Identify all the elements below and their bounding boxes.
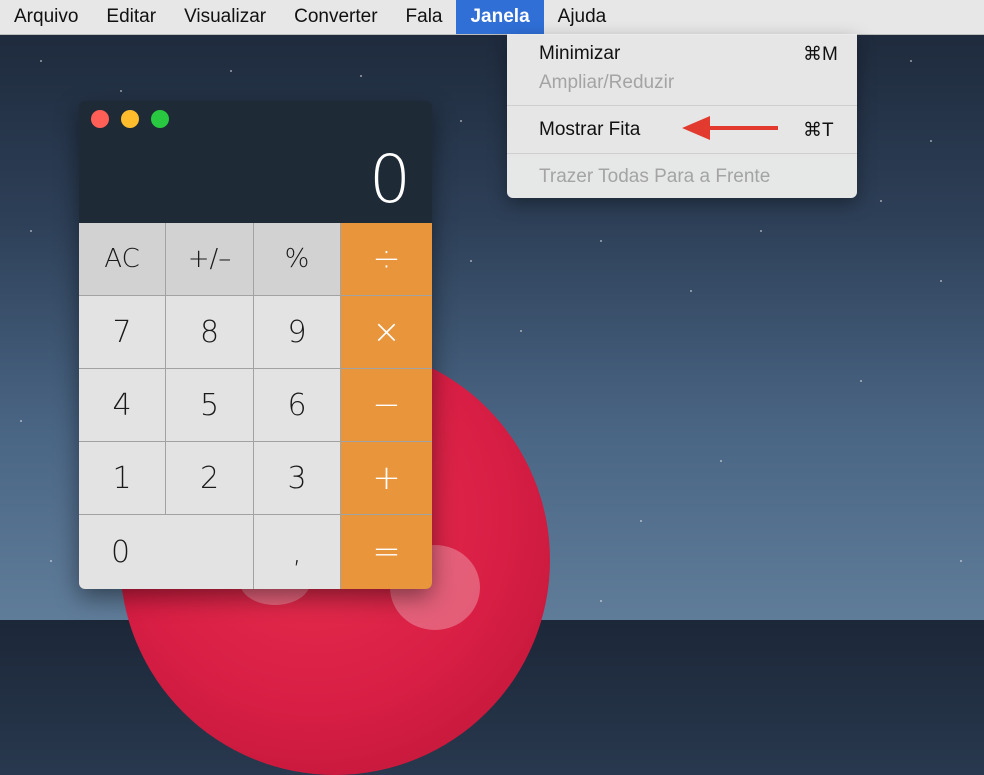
digit-5-button[interactable]: 5 [166, 369, 254, 442]
menu-option-zoom: Ampliar/Reduzir [507, 68, 857, 96]
percent-button[interactable]: % [254, 223, 341, 296]
digit-7-button[interactable]: 7 [79, 296, 166, 369]
minimize-button[interactable] [121, 110, 139, 128]
digit-3-button[interactable]: 3 [254, 442, 341, 515]
show-tape-shortcut: ⌘T [803, 120, 834, 141]
menu-editar[interactable]: Editar [92, 0, 170, 34]
menu-converter[interactable]: Converter [280, 0, 391, 34]
minus-button[interactable]: − [341, 369, 432, 442]
minimize-shortcut: ⌘M [803, 44, 838, 65]
plus-button[interactable]: + [341, 442, 432, 515]
red-arrow-annotation [682, 116, 778, 140]
window-titlebar[interactable] [79, 101, 432, 139]
close-button[interactable] [91, 110, 109, 128]
menu-ajuda[interactable]: Ajuda [544, 0, 621, 34]
minimize-label: Minimizar [539, 43, 621, 64]
divide-button[interactable]: ÷ [341, 223, 432, 296]
zoom-label: Ampliar/Reduzir [539, 72, 675, 93]
digit-2-button[interactable]: 2 [166, 442, 254, 515]
ac-button[interactable]: AC [79, 223, 166, 296]
digit-6-button[interactable]: 6 [254, 369, 341, 442]
menu-option-minimize[interactable]: Minimizar ⌘M [507, 39, 857, 67]
digit-4-button[interactable]: 4 [79, 369, 166, 442]
show-tape-label: Mostrar Fita [539, 119, 641, 140]
menu-arquivo[interactable]: Arquivo [0, 0, 92, 34]
menu-fala[interactable]: Fala [392, 0, 457, 34]
menu-janela[interactable]: Janela [456, 0, 544, 34]
menu-option-bring-all-to-front: Trazer Todas Para a Frente [507, 162, 857, 190]
equals-button[interactable]: = [341, 515, 432, 589]
digit-9-button[interactable]: 9 [254, 296, 341, 369]
calculator-display: 0 [369, 141, 411, 218]
sign-toggle-button[interactable]: +/– [166, 223, 254, 296]
digit-1-button[interactable]: 1 [79, 442, 166, 515]
menu-separator [507, 153, 857, 154]
menu-bar: Arquivo Editar Visualizar Converter Fala… [0, 0, 984, 35]
digit-8-button[interactable]: 8 [166, 296, 254, 369]
menu-separator [507, 105, 857, 106]
bring-all-label: Trazer Todas Para a Frente [539, 166, 771, 187]
digit-0-button[interactable]: 0 [79, 515, 254, 589]
calculator-keypad: AC +/– % ÷ 7 8 9 × 4 5 6 − 1 2 3 + 0 , = [79, 223, 432, 589]
zoom-button[interactable] [151, 110, 169, 128]
decimal-button[interactable]: , [254, 515, 341, 589]
calculator-window: 0 AC +/– % ÷ 7 8 9 × 4 5 6 − 1 2 3 + 0 ,… [79, 101, 432, 589]
multiply-button[interactable]: × [341, 296, 432, 369]
menu-visualizar[interactable]: Visualizar [170, 0, 280, 34]
